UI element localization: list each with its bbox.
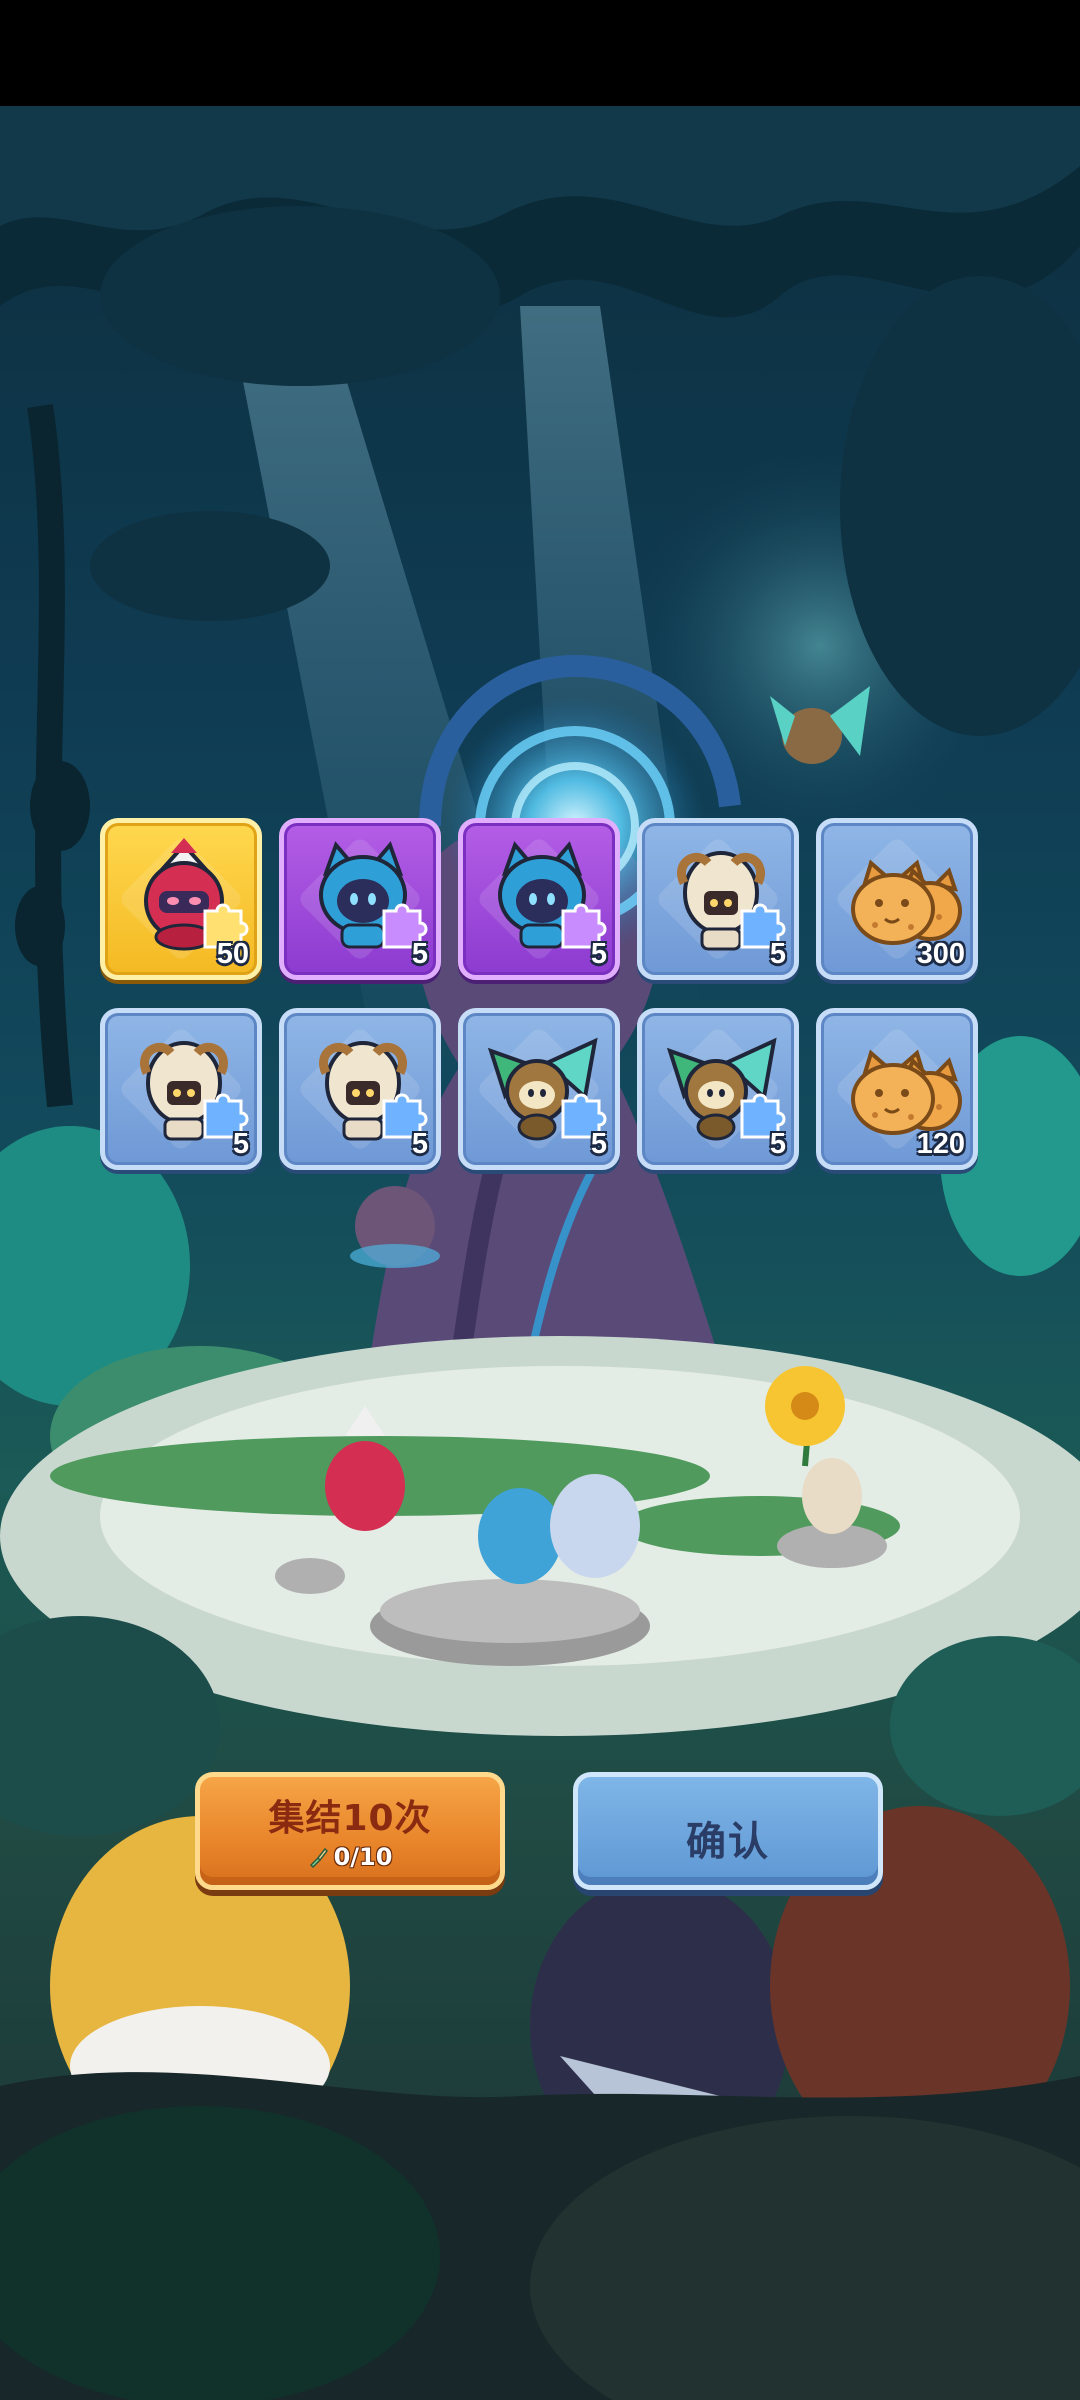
reward-card[interactable]: 5 — [279, 1008, 441, 1170]
ram-helmet-hero-shard-icon — [140, 1041, 249, 1141]
reward-count: 5 — [769, 1128, 786, 1160]
reward-card[interactable]: 5 — [279, 818, 441, 980]
reward-count: 50 — [216, 938, 249, 970]
leaf-fairy-hero-shard-icon — [487, 1037, 607, 1141]
summon-cost-text: 0/10 — [333, 1843, 393, 1871]
blue-cat-hero-shard-icon — [319, 841, 428, 949]
summon-10x-button[interactable]: 集结10次 0/10 — [195, 1772, 505, 1890]
confirm-button[interactable]: 确认 — [573, 1772, 883, 1890]
red-knight-hero-shard-icon — [144, 838, 249, 951]
summon-button-label: 集结10次 — [268, 1798, 432, 1839]
cookie-cat-currency-icon — [851, 859, 962, 945]
confirm-button-label: 确认 — [686, 1819, 770, 1865]
reward-count: 5 — [590, 1128, 607, 1160]
cookie-cat-currency-icon — [851, 1049, 962, 1135]
summon-ticket-icon — [309, 1847, 328, 1868]
ram-helmet-hero-shard-icon — [677, 851, 786, 951]
reward-card[interactable]: 5 — [637, 818, 799, 980]
reward-card[interactable]: 5 — [458, 1008, 620, 1170]
reward-card[interactable]: 5 — [458, 818, 620, 980]
reward-grid: 50 5 5 5 300 5 5 5 5 120 — [100, 818, 980, 1170]
reward-card[interactable]: 120 — [816, 1008, 978, 1170]
reward-card[interactable]: 5 — [100, 1008, 262, 1170]
forest-scene-background — [0, 106, 1080, 2400]
leaf-fairy-hero-shard-icon — [666, 1037, 786, 1141]
blue-cat-hero-shard-icon — [498, 841, 607, 949]
reward-count: 5 — [411, 938, 428, 970]
reward-card[interactable]: 50 — [100, 818, 262, 980]
reward-count: 5 — [411, 1128, 428, 1160]
reward-count: 5 — [590, 938, 607, 970]
reward-card[interactable]: 300 — [816, 818, 978, 980]
summon-cost-row: 0/10 — [200, 1843, 500, 1871]
reward-count: 120 — [916, 1128, 965, 1160]
reward-count: 5 — [769, 938, 786, 970]
reward-card[interactable]: 5 — [637, 1008, 799, 1170]
status-bar — [0, 0, 1080, 106]
reward-count: 300 — [916, 938, 965, 970]
forest-scene-art — [0, 106, 1080, 2400]
game-screen: 50 5 5 5 300 5 5 5 5 120 集结10次 0/10 确认 — [0, 0, 1080, 2400]
reward-count: 5 — [232, 1128, 249, 1160]
ram-helmet-hero-shard-icon — [319, 1041, 428, 1141]
